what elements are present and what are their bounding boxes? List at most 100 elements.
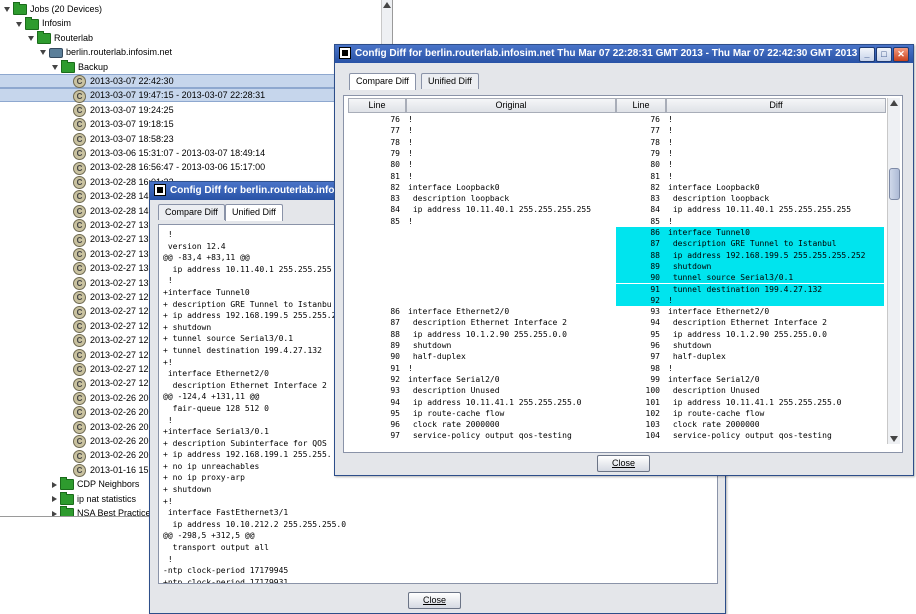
maximize-icon[interactable]: □ bbox=[876, 47, 892, 62]
tree-item-label: 2013-03-07 19:18:15 bbox=[90, 119, 174, 130]
expanded-toggle-icon[interactable] bbox=[52, 64, 58, 70]
tree-item[interactable]: berlin.routerlab.infosim.net bbox=[40, 45, 172, 59]
compare-window-titlebar[interactable]: Config Diff for berlin.routerlab.infosim… bbox=[335, 45, 913, 63]
compare-close-button[interactable]: Close bbox=[597, 455, 651, 472]
compare-diff-table[interactable]: Line Original Line Diff 76! 76! 77! 77! 78! 7… bbox=[343, 95, 903, 453]
table-row[interactable]: 93 description Unused 100 description Unu… bbox=[348, 385, 884, 396]
expanded-toggle-icon[interactable] bbox=[28, 35, 34, 41]
scroll-up-icon[interactable] bbox=[383, 2, 391, 8]
original-text: ! bbox=[408, 148, 413, 158]
original-line-number: 93 bbox=[390, 386, 400, 396]
expanded-toggle-icon[interactable] bbox=[4, 7, 10, 13]
table-row[interactable]: 94 ip address 10.11.41.1 255.255.255.0 10… bbox=[348, 397, 884, 408]
table-row[interactable]: 78! 78! bbox=[348, 137, 884, 148]
original-text: description loopback bbox=[408, 194, 510, 204]
table-row[interactable]: 89 shutdown bbox=[348, 260, 884, 273]
original-line-number: 87 bbox=[390, 318, 400, 328]
original-text: description Ethernet Interface 2 bbox=[408, 318, 567, 328]
compare-diff-window[interactable]: Config Diff for berlin.routerlab.infosim… bbox=[334, 44, 914, 476]
diff-line-number: 79 bbox=[650, 148, 660, 158]
header-line-original[interactable]: Line bbox=[348, 98, 406, 113]
diff-text: ! bbox=[668, 363, 673, 373]
table-row[interactable]: 77! 77! bbox=[348, 125, 884, 136]
tree-item[interactable]: ip nat statistics bbox=[52, 491, 136, 506]
table-row[interactable]: 95 ip route-cache flow 102 ip route-cache… bbox=[348, 408, 884, 419]
scroll-thumb[interactable] bbox=[889, 168, 900, 200]
collapsed-toggle-icon[interactable] bbox=[52, 510, 57, 516]
minimize-icon[interactable]: _ bbox=[859, 47, 875, 62]
expanded-toggle-icon[interactable] bbox=[40, 50, 46, 56]
tree-item[interactable]: C 2013-02-28 16:56:47 - 2013-03-06 15:17:… bbox=[64, 160, 265, 175]
table-row[interactable]: 80! 80! bbox=[348, 159, 884, 170]
collapsed-toggle-icon[interactable] bbox=[52, 496, 57, 503]
table-row[interactable]: 81! 81! bbox=[348, 171, 884, 182]
table-row[interactable]: 87 description GRE Tunnel to Istanbul bbox=[348, 238, 884, 250]
tree-item[interactable]: C 2013-03-07 18:58:23 bbox=[64, 132, 174, 146]
compare-vertical-scrollbar[interactable] bbox=[887, 98, 900, 444]
table-row[interactable]: 89 shutdown 96 shutdown bbox=[348, 340, 884, 351]
config-icon: C bbox=[73, 276, 86, 290]
tree-item[interactable]: Infosim bbox=[16, 16, 71, 30]
tree-item[interactable]: Backup bbox=[52, 59, 108, 74]
original-text: ! bbox=[408, 126, 413, 136]
header-line-diff[interactable]: Line bbox=[616, 98, 666, 113]
table-row[interactable]: 88 ip address 10.1.2.90 255.255.0.0 95 ip… bbox=[348, 329, 884, 340]
table-row[interactable]: 84 ip address 10.11.40.1 255.255.255.255… bbox=[348, 204, 884, 215]
original-line-number: 95 bbox=[390, 408, 400, 418]
diff-line-number: 85 bbox=[650, 216, 660, 226]
table-row[interactable]: 79! 79! bbox=[348, 148, 884, 159]
tree-item[interactable]: Jobs (20 Devices) bbox=[4, 2, 102, 16]
table-row[interactable]: 82 interface Loopback0 82 interface Loopbac… bbox=[348, 182, 884, 193]
header-diff[interactable]: Diff bbox=[666, 98, 886, 113]
diff-text: description Ethernet Interface 2 bbox=[668, 318, 827, 328]
config-icon: C bbox=[73, 89, 86, 103]
tree-item[interactable]: C 2013-03-07 19:18:15 bbox=[64, 117, 174, 132]
tab-unified-diff[interactable]: Unified Diff bbox=[421, 73, 479, 89]
table-row[interactable]: 91 tunnel destination 199.4.27.132 bbox=[348, 283, 884, 295]
close-icon[interactable]: ✕ bbox=[893, 47, 909, 62]
table-row[interactable]: 86 interface Tunnel0 bbox=[348, 227, 884, 239]
table-row[interactable]: 90 tunnel source Serial3/0.1 bbox=[348, 272, 884, 284]
table-row[interactable]: 87 description Ethernet Interface 2 94 de… bbox=[348, 317, 884, 328]
collapsed-toggle-icon[interactable] bbox=[52, 481, 57, 488]
config-icon: C bbox=[73, 435, 86, 449]
original-line-number: 92 bbox=[390, 374, 400, 384]
tab-compare-diff[interactable]: Compare Diff bbox=[349, 73, 416, 90]
scroll-up-icon[interactable] bbox=[890, 100, 898, 106]
diff-text: ! bbox=[668, 115, 673, 124]
table-row[interactable]: 96 clock rate 2000000 103 clock rate 2000… bbox=[348, 419, 884, 430]
expanded-toggle-icon[interactable] bbox=[16, 21, 22, 27]
tab-compare-diff[interactable]: Compare Diff bbox=[158, 204, 225, 220]
table-row[interactable]: 92! bbox=[348, 294, 884, 307]
original-text: ! bbox=[408, 115, 413, 124]
table-row[interactable]: 92 interface Serial2/0 99 interface Serial2… bbox=[348, 374, 884, 385]
table-row[interactable]: 88 ip address 192.168.199.5 255.255.255.… bbox=[348, 249, 884, 261]
table-row[interactable]: 86 interface Ethernet2/0 93 interface Ether… bbox=[348, 306, 884, 317]
table-row[interactable]: 90 half-duplex 97 half-duplex bbox=[348, 351, 884, 362]
diff-line-number: 102 bbox=[645, 408, 660, 418]
diff-line-number: 80 bbox=[650, 160, 660, 170]
original-text: ! bbox=[408, 363, 413, 373]
config-icon: C bbox=[73, 103, 86, 117]
original-text: description Unused bbox=[408, 386, 500, 396]
diff-line-number: 101 bbox=[645, 397, 660, 407]
table-row[interactable]: 85! 85! bbox=[348, 216, 884, 227]
tree-item[interactable]: C 2013-03-07 19:24:25 bbox=[64, 103, 174, 117]
table-row[interactable]: 76! 76! bbox=[348, 114, 884, 125]
diff-line-number: 94 bbox=[650, 318, 660, 328]
tree-item-label: berlin.routerlab.infosim.net bbox=[66, 47, 173, 58]
tree-item[interactable]: C 2013-03-06 15:31:07 - 2013-03-07 18:49:… bbox=[64, 146, 265, 161]
original-text: interface Loopback0 bbox=[408, 182, 500, 192]
table-row[interactable]: 83 description loopback 83 description lo… bbox=[348, 193, 884, 204]
tab-unified-diff[interactable]: Unified Diff bbox=[225, 204, 283, 221]
unified-close-button[interactable]: Close bbox=[408, 592, 462, 609]
config-icon: C bbox=[73, 305, 86, 319]
diff-text: ! bbox=[668, 160, 673, 170]
tree-item[interactable]: CDP Neighbors bbox=[52, 477, 139, 491]
scroll-down-icon[interactable] bbox=[890, 436, 898, 442]
tree-item[interactable]: Routerlab bbox=[28, 30, 93, 45]
table-row[interactable]: 91! 98! bbox=[348, 363, 884, 374]
diff-text: interface Loopback0 bbox=[668, 182, 760, 192]
header-original[interactable]: Original bbox=[406, 98, 616, 113]
table-row[interactable]: 97 service-policy output qos-testing 104 … bbox=[348, 430, 884, 441]
